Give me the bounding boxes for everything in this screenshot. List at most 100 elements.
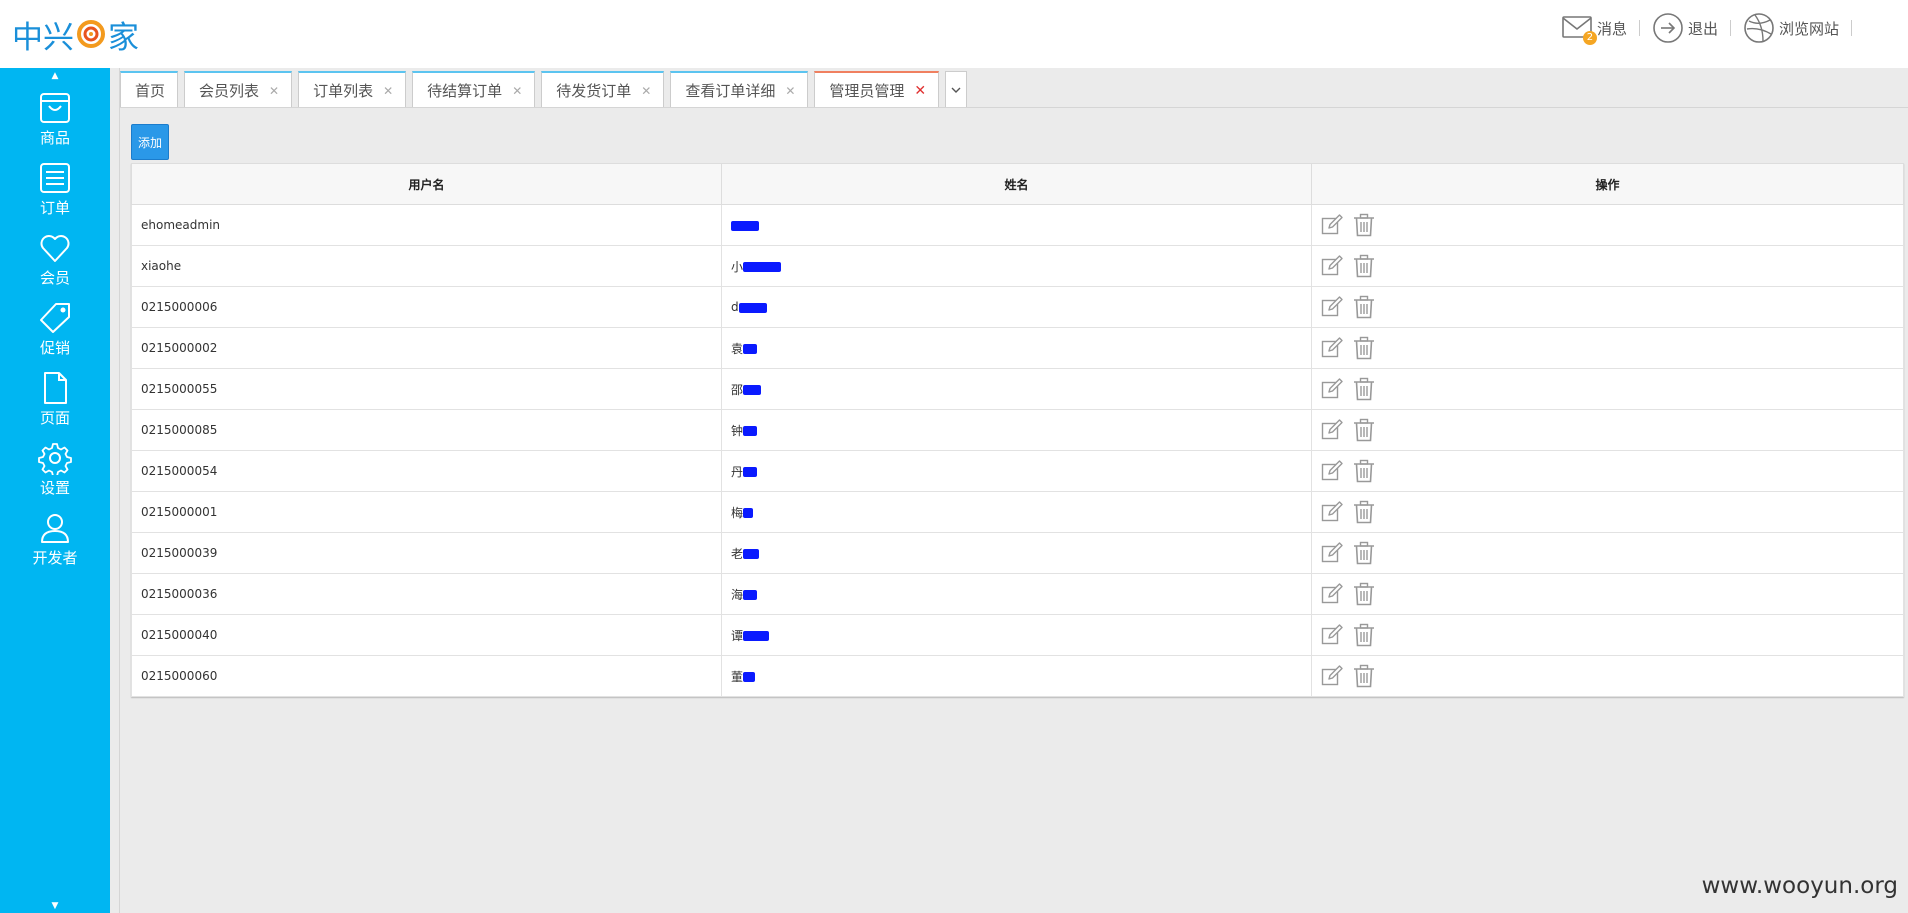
username-cell: ehomeadmin [131,204,722,246]
name-visible-text: d [731,300,739,314]
tab-label: 订单列表 [313,82,374,100]
tab-admin-management[interactable]: 管理员管理 ✕ [814,71,940,108]
close-icon[interactable]: ✕ [383,84,393,98]
actions-cell [1311,614,1904,656]
name-visible-text: 老 [731,546,744,561]
actions-cell [1311,491,1904,533]
table-row: ehomeadmin [131,204,1904,246]
trash-icon[interactable] [1353,541,1375,565]
close-icon[interactable]: ✕ [914,83,926,99]
sidebar-scroll-up[interactable]: ▲ [0,68,110,84]
trash-icon[interactable] [1353,254,1375,278]
logo[interactable]: 中兴 家 [12,14,139,56]
sidebar-item-goods[interactable]: 商品 [0,84,110,154]
add-button[interactable]: 添加 [131,124,169,160]
messages-link[interactable]: 2 消息 [1549,11,1639,45]
logout-label: 退出 [1687,19,1718,38]
close-icon[interactable]: ✕ [512,84,522,98]
edit-icon[interactable] [1321,583,1343,605]
sidebar-item-orders[interactable]: 订单 [0,154,110,224]
trash-icon[interactable] [1353,500,1375,524]
table-row: 0215000055 邵 [131,368,1904,410]
tab-order-list[interactable]: 订单列表 ✕ [298,71,407,108]
name-visible-text: 丹 [731,464,744,479]
name-cell: 董 [721,655,1312,697]
redaction-mark [743,467,758,477]
tab-pending-shipment[interactable]: 待发货订单 ✕ [541,71,665,108]
name-visible-text: 海 [731,587,744,602]
top-header: 中兴 家 2 消息 退出 浏览网站 [0,0,1908,68]
shopping-bag-icon [40,92,70,123]
edit-icon[interactable] [1321,665,1343,687]
name-cell: 邵 [721,368,1312,410]
close-icon[interactable]: ✕ [641,84,651,98]
admin-table: 用户名 姓名 操作 ehomeadmin xiaohe 小 0215000006 d 02… [131,163,1904,697]
name-visible-text: 小 [731,259,744,274]
column-header-name: 姓名 [721,163,1312,205]
trash-icon[interactable] [1353,623,1375,647]
redaction-mark [743,590,758,600]
sidebar-item-settings[interactable]: 设置 [0,434,110,504]
browse-site-link[interactable]: 浏览网站 [1731,12,1851,44]
trash-icon[interactable] [1353,336,1375,360]
sidebar-item-promotion[interactable]: 促销 [0,294,110,364]
name-visible-text: 袁 [731,341,744,356]
tab-member-list[interactable]: 会员列表 ✕ [184,71,293,108]
chevron-down-icon [951,87,961,93]
tab-home[interactable]: 首页 [120,71,179,108]
sidebar-scroll-down[interactable]: ▼ [0,901,110,911]
username-cell: 0215000040 [131,614,722,656]
sidebar-item-pages[interactable]: 页面 [0,364,110,434]
edit-icon[interactable] [1321,337,1343,359]
edit-icon[interactable] [1321,378,1343,400]
logo-swirl-icon [77,20,105,48]
redaction-mark [743,549,760,559]
edit-icon[interactable] [1321,296,1343,318]
redaction-mark [743,385,762,395]
logo-text-left: 中兴 [12,19,74,56]
message-count-badge: 2 [1582,31,1597,45]
close-icon[interactable]: ✕ [269,84,279,98]
redaction-mark [743,262,782,272]
tab-order-detail[interactable]: 查看订单详细 ✕ [670,71,809,108]
redaction-mark [743,344,758,354]
edit-icon[interactable] [1321,624,1343,646]
name-cell: d [721,286,1312,328]
tab-pending-settlement[interactable]: 待结算订单 ✕ [412,71,536,108]
sidebar-label: 页面 [39,408,70,427]
close-icon[interactable]: ✕ [785,84,795,98]
edit-icon[interactable] [1321,419,1343,441]
username-cell: 0215000001 [131,491,722,533]
logout-link[interactable]: 退出 [1640,12,1730,44]
username-cell: xiaohe [131,245,722,287]
redaction-mark [743,631,770,641]
sidebar-item-members[interactable]: 会员 [0,224,110,294]
trash-icon[interactable] [1353,377,1375,401]
trash-icon[interactable] [1353,459,1375,483]
trash-icon[interactable] [1353,664,1375,688]
tab-more-dropdown[interactable] [945,71,968,108]
trash-icon[interactable] [1353,213,1375,237]
name-visible-text: 梅 [731,505,744,520]
username-cell: 0215000036 [131,573,722,615]
trash-icon[interactable] [1353,582,1375,606]
name-cell: 老 [721,532,1312,574]
actions-cell [1311,245,1904,287]
tab-label: 管理员管理 [829,82,905,100]
trash-icon[interactable] [1353,295,1375,319]
tab-label: 待结算订单 [427,82,503,100]
trash-icon[interactable] [1353,418,1375,442]
gear-icon [38,442,72,475]
name-cell [721,204,1312,246]
sidebar-label: 会员 [39,268,70,287]
actions-cell [1311,204,1904,246]
edit-icon[interactable] [1321,542,1343,564]
edit-icon[interactable] [1321,255,1343,277]
sidebar-item-developer[interactable]: 开发者 [0,504,110,574]
list-icon [40,162,70,193]
edit-icon[interactable] [1321,460,1343,482]
edit-icon[interactable] [1321,214,1343,236]
username-cell: 0215000002 [131,327,722,369]
edit-icon[interactable] [1321,501,1343,523]
tab-bar-bottom-border [120,107,1908,108]
